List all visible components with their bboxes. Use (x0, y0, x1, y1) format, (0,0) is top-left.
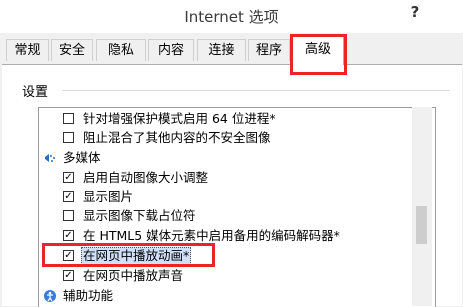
label-auto-resize: 启用自动图像大小调整 (83, 170, 209, 185)
tab-content[interactable]: 内容 (148, 39, 194, 61)
multimedia-icon (45, 154, 55, 162)
scroll-thumb[interactable] (416, 206, 427, 244)
checkbox-auto-resize[interactable]: ✓ (63, 172, 74, 183)
tab-programs[interactable]: 程序 (248, 39, 290, 61)
close-button[interactable] (433, 0, 463, 24)
accessibility-icon (44, 290, 56, 302)
checkbox-placeholders[interactable] (63, 210, 74, 221)
label-play-sounds: 在网页中播放声音 (83, 268, 184, 283)
window-title: Internet 选项 (184, 8, 279, 26)
highlight-box-advanced-tab (290, 34, 347, 75)
checkbox-html5-codecs[interactable]: ✓ (63, 230, 74, 241)
label-placeholders: 显示图像下载占位符 (83, 208, 196, 223)
advanced-settings-panel: 设置 针对增强保护模式启用 64 位进程* 阻止混合了其他内容的不安全图像 多媒… (2, 64, 462, 307)
label-mixed-content: 阻止混合了其他内容的不安全图像 (83, 130, 271, 145)
tab-security[interactable]: 安全 (51, 39, 93, 61)
label-show-pictures: 显示图片 (83, 189, 134, 204)
tab-strip: 常规 安全 隐私 内容 连接 程序 高级 (0, 33, 463, 65)
label-accessibility: 辅助功能 (63, 288, 114, 303)
tab-privacy[interactable]: 隐私 (96, 39, 146, 61)
tab-connections[interactable]: 连接 (197, 39, 246, 61)
settings-scrollbar[interactable] (412, 107, 432, 306)
section-divider (62, 90, 450, 91)
title-bar: Internet 选项 ? (0, 0, 463, 33)
checkbox-play-sounds[interactable]: ✓ (63, 270, 74, 281)
highlight-box-play-animations (42, 243, 215, 267)
checkbox-mixed-content[interactable] (63, 132, 74, 143)
tab-general[interactable]: 常规 (6, 39, 49, 61)
settings-tree-list[interactable]: 针对增强保护模式启用 64 位进程* 阻止混合了其他内容的不安全图像 多媒体 ✓… (38, 107, 436, 307)
label-64bit: 针对增强保护模式启用 64 位进程* (83, 111, 276, 126)
settings-section-label: 设置 (22, 85, 49, 100)
label-multimedia: 多媒体 (63, 150, 101, 165)
checkbox-show-pictures[interactable]: ✓ (63, 191, 74, 202)
help-button[interactable]: ? (405, 3, 425, 23)
checkbox-64bit[interactable] (63, 113, 74, 124)
